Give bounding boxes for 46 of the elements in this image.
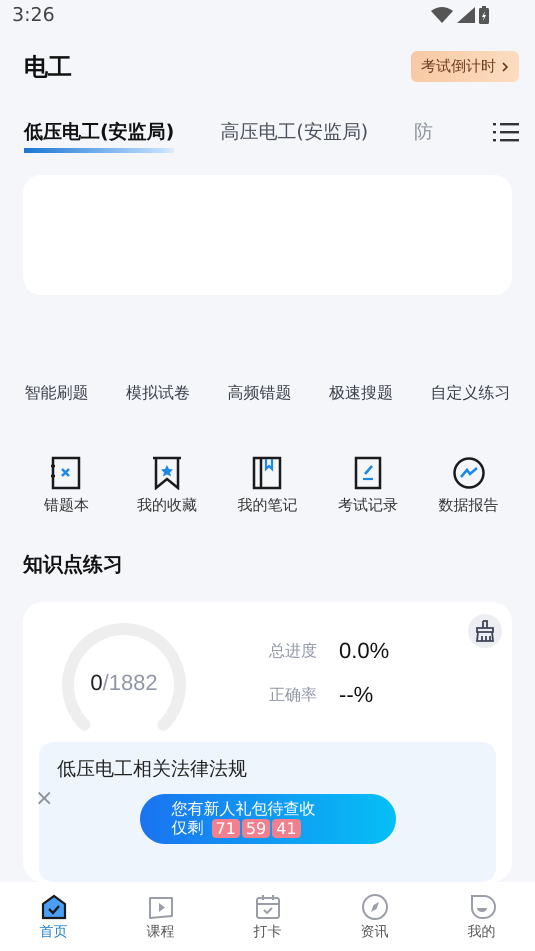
nav-tab[interactable]: 课程 [126, 892, 196, 940]
section-title: 知识点练习 [23, 551, 124, 578]
practice-link[interactable]: 智能刷题 [24, 383, 89, 404]
stat-label: 正确率 [269, 684, 317, 706]
practice-link[interactable]: 自定义练习 [430, 383, 510, 404]
wifi-icon [431, 7, 453, 24]
stat-value: --% [339, 682, 374, 708]
promo-banner[interactable]: 您有新人礼包待查收 仅剩 71 59 41 [140, 794, 396, 844]
page-title: 电工 [24, 52, 72, 83]
tool-label: 数据报告 [438, 496, 499, 515]
promo-title: 您有新人礼包待查收 [172, 800, 316, 818]
promo-text: 仅剩 [172, 818, 204, 838]
tool-label: 错题本 [44, 496, 89, 515]
news-icon [360, 892, 388, 920]
tool-label: 我的笔记 [237, 496, 298, 515]
nav-tab[interactable]: 打卡 [232, 892, 302, 940]
tool-icon[interactable] [250, 456, 284, 490]
tool-icon[interactable] [452, 456, 486, 490]
subject-tab[interactable]: 高压电工(安监局) [220, 118, 368, 155]
total-count: /1882 [102, 670, 158, 695]
menu-icon[interactable] [493, 122, 519, 142]
tool-label: 我的收藏 [136, 496, 197, 515]
chevron-icon [501, 60, 509, 73]
timer-digits: 71 [212, 818, 240, 838]
practice-link[interactable]: 模拟试卷 [126, 383, 190, 404]
subject-tab[interactable]: 低压电工(安监局) [24, 118, 174, 155]
battery-icon [479, 6, 489, 24]
tool-icon[interactable] [49, 456, 84, 490]
chapter-title: 低压电工相关法律法规 [57, 757, 247, 782]
timer-digits: 59 [242, 818, 270, 838]
tool-label: 考试记录 [338, 496, 398, 515]
countdown-button[interactable]: 考试倒计时 [411, 51, 519, 82]
nav-tab[interactable]: 首页 [18, 892, 88, 940]
nav-tab[interactable]: 资讯 [340, 892, 410, 940]
broom-icon[interactable] [468, 614, 502, 648]
nav-tab[interactable]: 我的 [446, 892, 516, 940]
status-time: 3:26 [12, 4, 55, 26]
stat-label: 总进度 [269, 640, 317, 662]
done-count: 0 [90, 670, 103, 695]
signal-icon [457, 7, 475, 24]
home-icon [40, 892, 68, 920]
timer-digits: 41 [272, 818, 301, 838]
practice-link[interactable]: 极速搜题 [328, 383, 393, 404]
stat-value: 0.0% [339, 638, 390, 664]
checkin-icon [254, 892, 282, 920]
practice-link[interactable]: 高频错题 [227, 383, 292, 404]
